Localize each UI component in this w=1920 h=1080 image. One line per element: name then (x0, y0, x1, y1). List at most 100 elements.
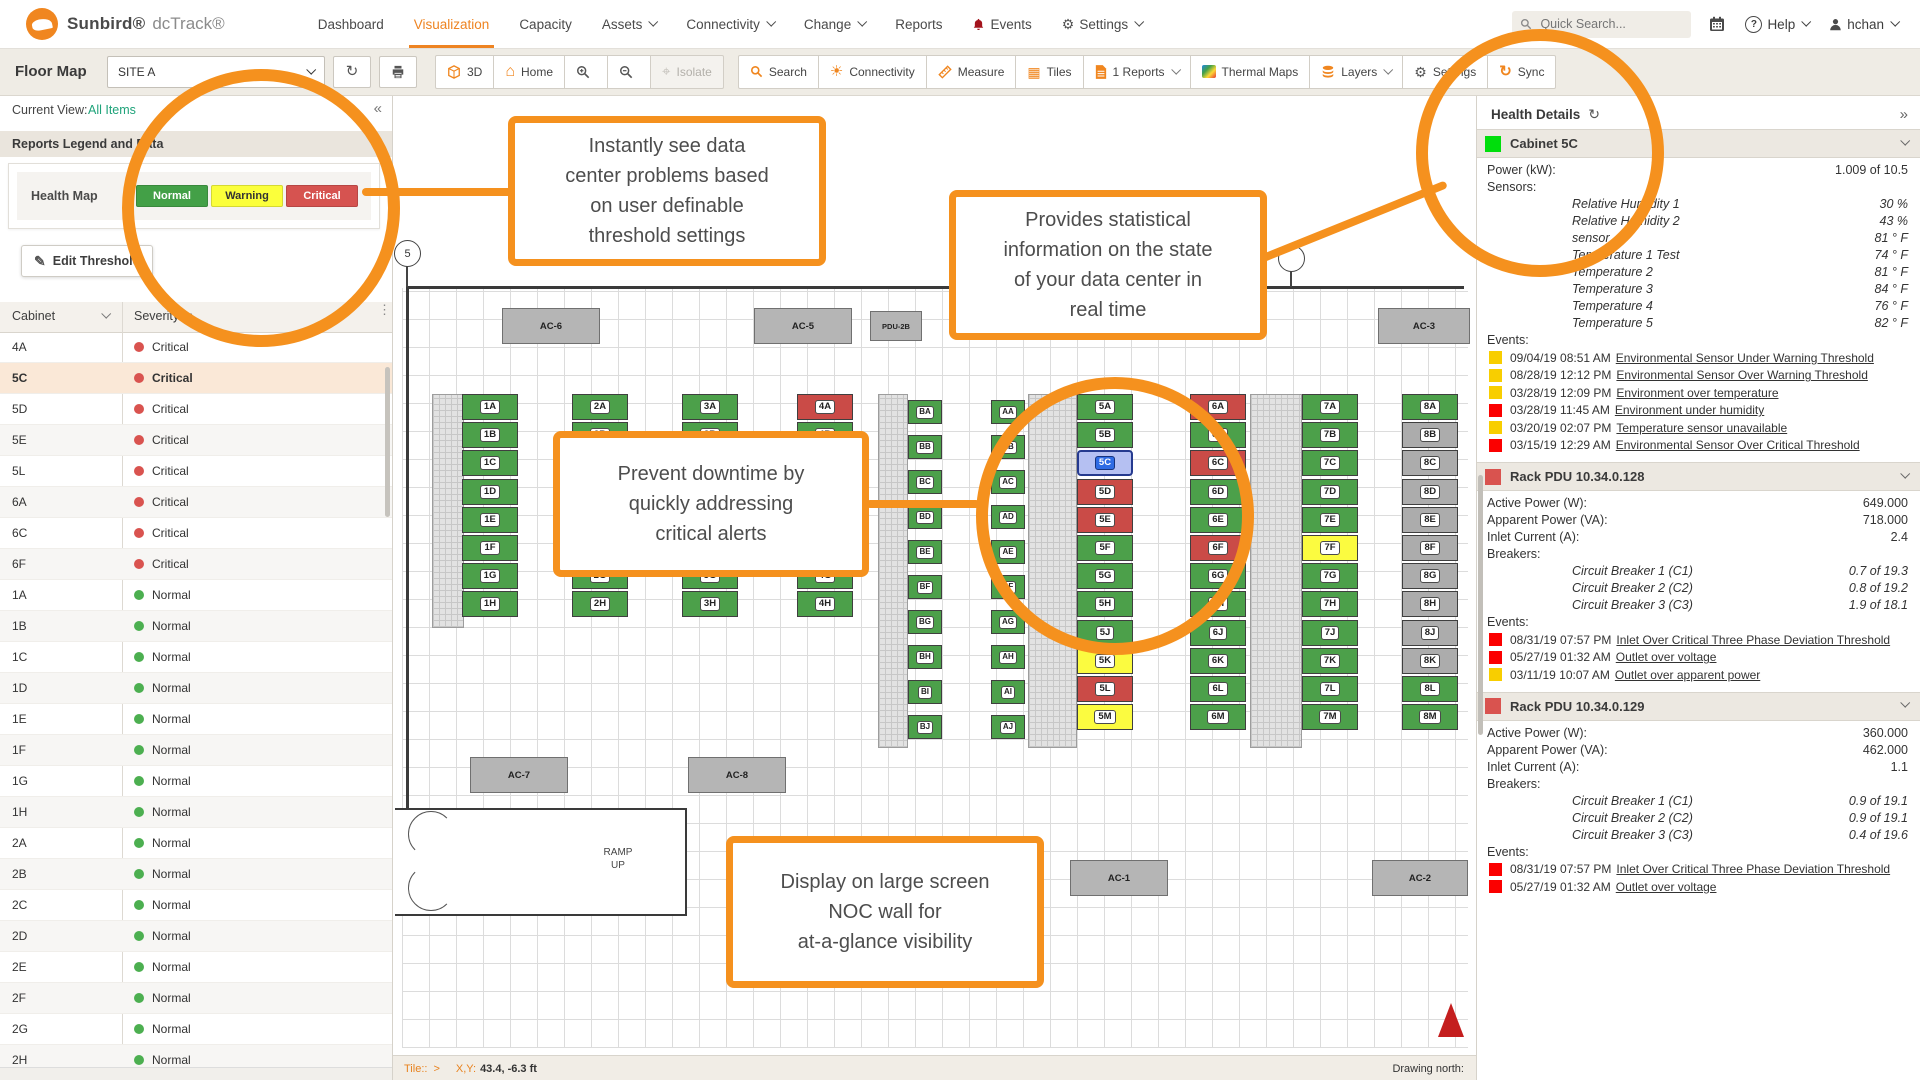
map-cabinet-ag[interactable]: AG (991, 610, 1025, 634)
ac-unit-ac-7[interactable]: AC-7 (470, 757, 568, 793)
expand-panel-icon[interactable]: » (1900, 106, 1908, 123)
map-cabinet-5f[interactable]: 5F (1077, 535, 1133, 561)
map-cabinet-5k[interactable]: 5K (1077, 648, 1133, 674)
table-row-2e[interactable]: 2ENormal (0, 952, 392, 983)
user-menu[interactable]: hchan (1829, 17, 1898, 32)
map-cabinet-3d[interactable]: 3D (682, 479, 738, 505)
current-view-value[interactable]: All Items (88, 103, 136, 117)
layers-button[interactable]: Layers (1310, 55, 1403, 89)
map-cabinet-bb[interactable]: BB (908, 435, 942, 459)
map-cabinet-4b[interactable]: 4B (797, 422, 853, 448)
map-cabinet-6b[interactable]: 6B (1190, 422, 1246, 448)
accordion-rack-pdu-10-34-0-128[interactable]: Rack PDU 10.34.0.128 (1477, 462, 1920, 491)
map-cabinet-4c[interactable]: 4C (797, 450, 853, 476)
map-cabinet-4g[interactable]: 4G (797, 563, 853, 589)
nav-item-capacity[interactable]: Capacity (504, 0, 587, 48)
map-cabinet-aa[interactable]: AA (991, 400, 1025, 424)
table-row-1b[interactable]: 1BNormal (0, 611, 392, 642)
3d-button[interactable]: 3D (435, 55, 494, 89)
map-cabinet-4e[interactable]: 4E (797, 507, 853, 533)
column-header-cabinet[interactable]: Cabinet (12, 309, 109, 323)
ac-unit-ac-3[interactable]: AC-3 (1378, 308, 1470, 344)
map-cabinet-5g[interactable]: 5G (1077, 563, 1133, 589)
map-cabinet-8a[interactable]: 8A (1402, 394, 1458, 420)
nav-item-change[interactable]: Change (789, 0, 880, 48)
map-cabinet-ab[interactable]: AB (991, 435, 1025, 459)
map-cabinet-1c[interactable]: 1C (462, 450, 518, 476)
map-cabinet-bg[interactable]: BG (908, 610, 942, 634)
map-cabinet-6j[interactable]: 6J (1190, 620, 1246, 646)
map-cabinet-3g[interactable]: 3G (682, 563, 738, 589)
map-cabinet-ai[interactable]: AI (991, 680, 1025, 704)
accordion-cabinet-5c[interactable]: Cabinet 5C (1477, 129, 1920, 158)
event-link[interactable]: Environmental Sensor Under Warning Thres… (1616, 351, 1874, 365)
print-button[interactable] (379, 56, 417, 88)
map-cabinet-5l[interactable]: 5L (1077, 676, 1133, 702)
map-cabinet-1e[interactable]: 1E (462, 507, 518, 533)
map-cabinet-6h[interactable]: 6H (1190, 591, 1246, 617)
panel-horizontal-scrollbar[interactable] (0, 1067, 392, 1080)
map-cabinet-5c[interactable]: 5C (1077, 450, 1133, 476)
map-cabinet-4a[interactable]: 4A (797, 394, 853, 420)
refresh-icon[interactable]: ↻ (1588, 106, 1600, 123)
event-link[interactable]: Temperature sensor unavailable (1616, 421, 1787, 435)
table-row-2a[interactable]: 2ANormal (0, 828, 392, 859)
refresh-button[interactable]: ↻ (333, 56, 371, 88)
map-cabinet-6d[interactable]: 6D (1190, 479, 1246, 505)
kebab-menu-icon[interactable]: ⋮ (378, 306, 386, 313)
map-cabinet-bi[interactable]: BI (908, 680, 942, 704)
table-row-6c[interactable]: 6CCritical (0, 518, 392, 549)
map-cabinet-5e[interactable]: 5E (1077, 507, 1133, 533)
table-row-5e[interactable]: 5ECritical (0, 425, 392, 456)
app-logo[interactable]: Sunbird® dcTrack® (26, 8, 225, 40)
map-cabinet-3a[interactable]: 3A (682, 394, 738, 420)
map-cabinet-7h[interactable]: 7H (1302, 591, 1358, 617)
map-cabinet-6g[interactable]: 6G (1190, 563, 1246, 589)
nav-item-dashboard[interactable]: Dashboard (303, 0, 399, 48)
ac-unit-pdu-2b[interactable]: PDU-2B (870, 311, 922, 341)
event-link[interactable]: Environmental Sensor Over Critical Thres… (1616, 438, 1860, 452)
map-cabinet-6c[interactable]: 6C (1190, 450, 1246, 476)
map-cabinet-2g[interactable]: 2G (572, 563, 628, 589)
zoom-out-button[interactable] (608, 55, 651, 89)
map-cabinet-bc[interactable]: BC (908, 470, 942, 494)
map-cabinet-8h[interactable]: 8H (1402, 591, 1458, 617)
map-cabinet-1d[interactable]: 1D (462, 479, 518, 505)
search-button[interactable]: Search (738, 55, 819, 89)
map-cabinet-ae[interactable]: AE (991, 540, 1025, 564)
map-cabinet-8l[interactable]: 8L (1402, 676, 1458, 702)
event-link[interactable]: Environment over temperature (1616, 386, 1778, 400)
map-cabinet-5a[interactable]: 5A (1077, 394, 1133, 420)
map-cabinet-5h[interactable]: 5H (1077, 591, 1133, 617)
nav-item-events[interactable]: Events (957, 0, 1046, 48)
map-cabinet-8c[interactable]: 8C (1402, 450, 1458, 476)
ac-unit-ac-5[interactable]: AC-5 (754, 308, 852, 344)
map-cabinet-5d[interactable]: 5D (1077, 479, 1133, 505)
map-cabinet-7a[interactable]: 7A (1302, 394, 1358, 420)
map-cabinet-bh[interactable]: BH (908, 645, 942, 669)
sync-button[interactable]: ↻Sync (1488, 55, 1556, 89)
map-cabinet-7c[interactable]: 7C (1302, 450, 1358, 476)
panel-scrollbar[interactable] (1478, 475, 1483, 735)
help-menu[interactable]: ? Help (1745, 16, 1809, 33)
ac-unit-ac-6[interactable]: AC-6 (502, 308, 600, 344)
map-cabinet-ad[interactable]: AD (991, 505, 1025, 529)
map-cabinet-5j[interactable]: 5J (1077, 620, 1133, 646)
quick-search[interactable] (1512, 11, 1691, 38)
map-cabinet-8d[interactable]: 8D (1402, 479, 1458, 505)
map-cabinet-be[interactable]: BE (908, 540, 942, 564)
map-cabinet-6e[interactable]: 6E (1190, 507, 1246, 533)
table-row-1d[interactable]: 1DNormal (0, 673, 392, 704)
table-scrollbar[interactable] (385, 367, 390, 517)
map-cabinet-af[interactable]: AF (991, 575, 1025, 599)
event-link[interactable]: Outlet over voltage (1616, 880, 1717, 894)
map-cabinet-2a[interactable]: 2A (572, 394, 628, 420)
map-cabinet-6f[interactable]: 6F (1190, 535, 1246, 561)
settings-button[interactable]: ⚙Settings (1403, 55, 1488, 89)
calendar-icon[interactable] (1709, 16, 1725, 32)
event-link[interactable]: Environmental Sensor Over Warning Thresh… (1616, 368, 1867, 382)
nav-item-assets[interactable]: Assets (587, 0, 672, 48)
map-cabinet-5b[interactable]: 5B (1077, 422, 1133, 448)
map-cabinet-6m[interactable]: 6M (1190, 704, 1246, 730)
map-cabinet-7d[interactable]: 7D (1302, 479, 1358, 505)
